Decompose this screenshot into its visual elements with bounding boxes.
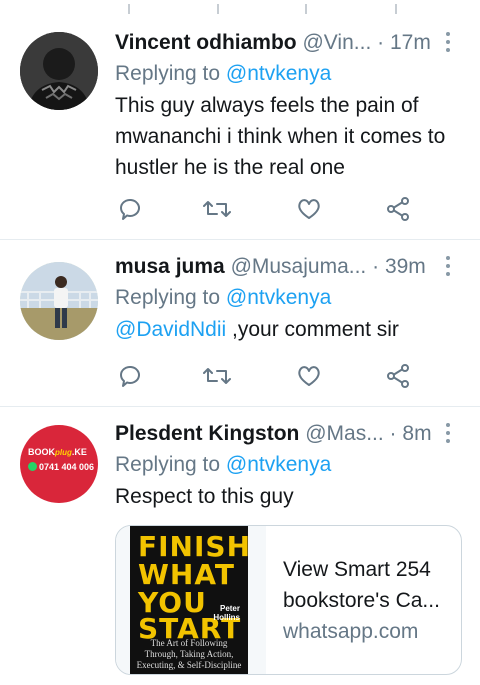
tweet-header: musa juma @Musajuma... · 39m [115,252,462,282]
previous-tweet-actions-stub [0,0,480,20]
tweet-text-rest: ,your comment sir [226,318,399,341]
avatar[interactable] [20,262,98,340]
book-subtitle: The Art of Following Through, Taking Act… [136,638,242,670]
timestamp[interactable]: 17m [390,31,431,54]
share-icon[interactable] [385,363,413,391]
reply-icon-fragment [128,4,130,14]
tweet-header: Plesdent Kingston @Mas... · 8m [115,419,462,449]
more-options-icon[interactable] [446,256,450,276]
book-cover-image: FINISH WHAT YOU START Peter Hollins The … [130,526,248,674]
user-handle[interactable]: @Mas... [305,422,384,445]
share-icon-fragment [395,4,397,14]
card-title[interactable]: View Smart 254 bookstore's Ca... [283,554,451,616]
profile-photo [20,32,98,110]
card-meta: View Smart 254 bookstore's Ca... whatsap… [283,554,451,647]
replying-to-mention[interactable]: @ntvkenya [226,286,331,309]
card-thumbnail: FINISH WHAT YOU START Peter Hollins The … [116,526,266,674]
tweet[interactable]: Vincent odhiambo @Vin... · 17m Replying … [0,20,480,240]
like-icon[interactable] [296,363,324,391]
tweet[interactable]: BOOKplug.KE 0741 404 006 Plesdent Kingst… [0,407,480,685]
more-options-icon[interactable] [446,32,450,52]
tweet-actions [115,363,415,393]
display-name[interactable]: Vincent odhiambo [115,31,297,54]
mentioned-user-link[interactable]: @DavidNdii [115,318,226,341]
display-name[interactable]: musa juma [115,255,225,278]
timestamp[interactable]: 8m [402,422,431,445]
user-handle[interactable]: @Musajuma... [231,255,367,278]
replying-to-mention[interactable]: @ntvkenya [226,62,331,85]
replying-to: Replying to @ntvkenya [115,282,462,314]
replying-to: Replying to @ntvkenya [115,449,462,481]
reply-icon[interactable] [117,363,145,391]
tweet-actions [115,196,415,226]
avatar-logo-brand: BOOKplug.KE [28,447,87,457]
display-name[interactable]: Plesdent Kingston [115,422,299,445]
replying-to-label: Replying to [115,62,221,85]
user-handle[interactable]: @Vin... [302,31,371,54]
avatar[interactable] [20,32,98,110]
timestamp[interactable]: 39m [385,255,426,278]
separator-dot: · [377,31,385,54]
link-preview-card[interactable]: FINISH WHAT YOU START Peter Hollins The … [115,525,462,675]
book-author: Peter Hollins [213,604,240,622]
whatsapp-icon [28,462,37,471]
more-options-icon[interactable] [446,423,450,443]
retweet-icon[interactable] [203,363,231,391]
like-icon[interactable] [296,196,324,224]
tweet-text: @DavidNdii ,your comment sir [115,314,462,345]
tweet[interactable]: musa juma @Musajuma... · 39m Replying to… [0,240,480,407]
separator-dot: · [372,255,380,278]
share-icon[interactable] [385,196,413,224]
reply-icon[interactable] [117,196,145,224]
like-icon-fragment [305,4,307,14]
retweet-icon[interactable] [203,196,231,224]
avatar[interactable]: BOOKplug.KE 0741 404 006 [20,425,98,503]
separator-dot: · [389,422,397,445]
profile-photo [20,262,98,340]
tweet-header: Vincent odhiambo @Vin... · 17m [115,28,462,58]
tweet-text: This guy always feels the pain of mwanan… [115,94,446,179]
retweet-icon-fragment [217,4,219,14]
replying-to: Replying to @ntvkenya [115,58,462,90]
replying-to-mention[interactable]: @ntvkenya [226,453,331,476]
card-domain: whatsapp.com [283,620,419,643]
replying-to-label: Replying to [115,286,221,309]
replying-to-label: Replying to [115,453,221,476]
avatar-logo-phone: 0741 404 006 [28,462,94,472]
tweet-text: Respect to this guy [115,485,294,508]
